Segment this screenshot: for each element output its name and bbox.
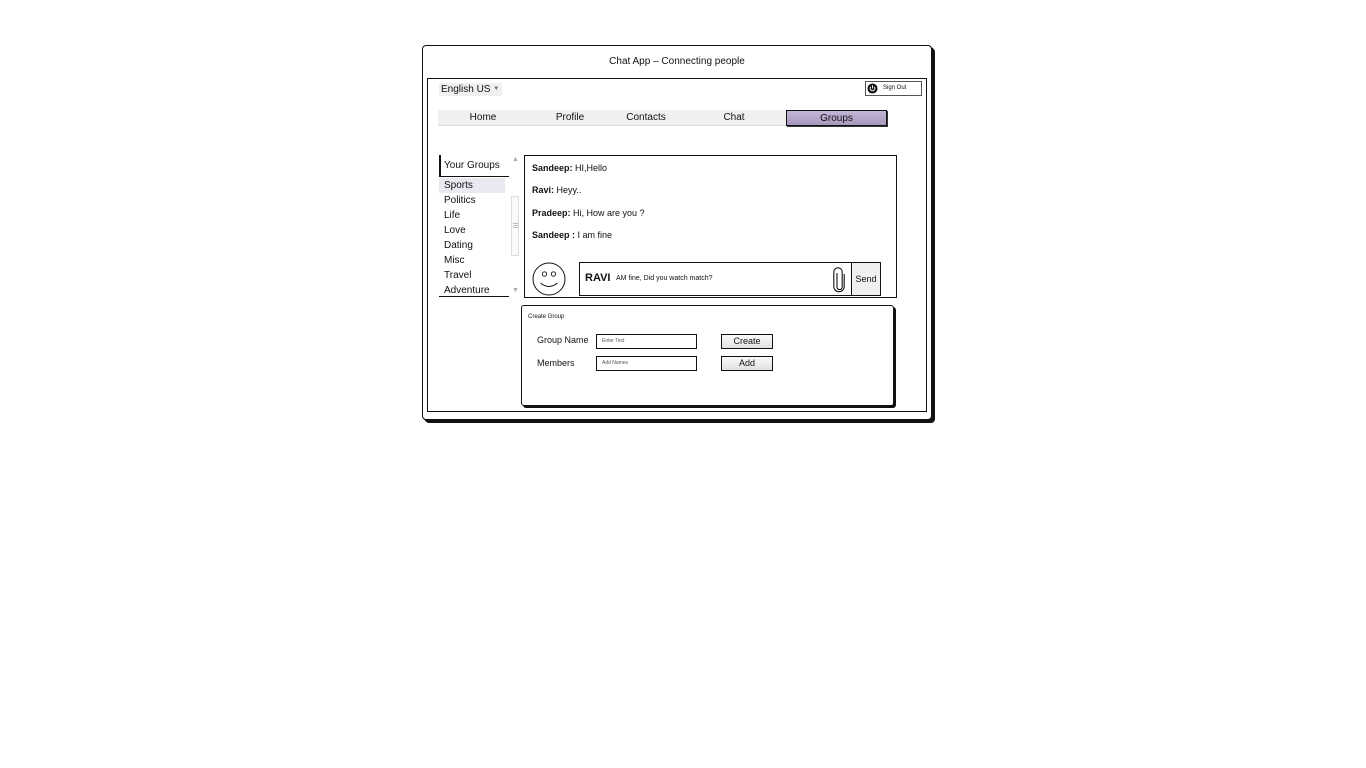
paperclip-icon[interactable] <box>832 267 846 293</box>
grip-icon <box>513 223 518 228</box>
groups-header: Your Groups <box>439 155 509 177</box>
language-label: English US <box>441 84 491 96</box>
caret-down-icon: ▼ <box>493 86 500 92</box>
create-group-title: Create Group <box>528 314 565 320</box>
chat-panel: Sandeep: HI,Hello Ravi: Heyy.. Pradeep: … <box>524 155 897 298</box>
composer-text[interactable]: AM fine, Did you watch match? <box>616 275 713 282</box>
group-item-sports[interactable]: Sports <box>439 178 505 193</box>
chat-message: Pradeep: Hi, How are you ? <box>532 208 645 218</box>
chat-message: Sandeep : I am fine <box>532 230 612 240</box>
group-item-life[interactable]: Life <box>439 208 509 223</box>
message-sender: Pradeep: <box>532 208 571 218</box>
tab-home[interactable]: Home <box>443 110 523 126</box>
language-select[interactable]: English US ▼ <box>439 83 503 96</box>
message-composer[interactable]: RAVI AM fine, Did you watch match? Send <box>579 262 881 296</box>
group-name-input[interactable]: Enter Text <box>596 334 697 349</box>
chat-message: Sandeep: HI,Hello <box>532 163 607 173</box>
message-sender: Ravi: <box>532 185 555 195</box>
group-item-misc[interactable]: Misc <box>439 253 509 268</box>
create-button[interactable]: Create <box>721 334 773 349</box>
create-group-panel: Create Group Group Name Enter Text Creat… <box>521 305 894 406</box>
send-button[interactable]: Send <box>851 262 881 296</box>
window-title: Chat App – Connecting people <box>609 56 745 67</box>
message-text: HI,Hello <box>575 163 608 173</box>
scroll-thumb[interactable] <box>511 196 519 256</box>
group-item-dating[interactable]: Dating <box>439 238 509 253</box>
group-item-politics[interactable]: Politics <box>439 193 509 208</box>
add-button[interactable]: Add <box>721 356 773 371</box>
power-icon <box>867 83 878 94</box>
scroll-up-icon[interactable]: ▲ <box>511 156 520 164</box>
your-groups-list: Your Groups Sports Politics Life Love Da… <box>439 155 509 298</box>
scroll-down-icon[interactable]: ▼ <box>511 287 520 295</box>
message-sender: Sandeep: <box>532 163 573 173</box>
sign-out-button[interactable]: Sign Out <box>865 81 922 96</box>
members-label: Members <box>537 358 575 368</box>
groups-items: Sports Politics Life Love Dating Misc Tr… <box>439 178 509 298</box>
members-input[interactable]: Add Names <box>596 356 697 371</box>
composer-sender: RAVI <box>585 272 611 284</box>
app-window: Chat App – Connecting people English US … <box>422 45 932 420</box>
group-name-label: Group Name <box>537 335 589 345</box>
app-content: English US ▼ Sign Out Home Profile Conta… <box>427 78 927 412</box>
groups-scrollbar[interactable]: ▲ ▼ <box>511 156 520 297</box>
tab-profile[interactable]: Profile <box>530 110 610 126</box>
group-item-travel[interactable]: Travel <box>439 268 509 283</box>
sign-out-label: Sign Out <box>883 85 907 91</box>
message-sender: Sandeep : <box>532 230 576 240</box>
tab-groups[interactable]: Groups <box>786 110 887 126</box>
groups-header-label: Your Groups <box>444 160 500 171</box>
message-text: Hi, How are you ? <box>573 208 645 218</box>
smiley-icon[interactable] <box>532 262 566 296</box>
tab-chat[interactable]: Chat <box>694 110 774 126</box>
message-text: Heyy.. <box>556 185 582 195</box>
main-nav: Home Profile Contacts Chat Groups <box>438 110 887 126</box>
message-text: I am fine <box>577 230 613 240</box>
group-item-love[interactable]: Love <box>439 223 509 238</box>
groups-divider <box>439 296 509 297</box>
tab-contacts[interactable]: Contacts <box>606 110 686 126</box>
chat-message: Ravi: Heyy.. <box>532 185 581 195</box>
